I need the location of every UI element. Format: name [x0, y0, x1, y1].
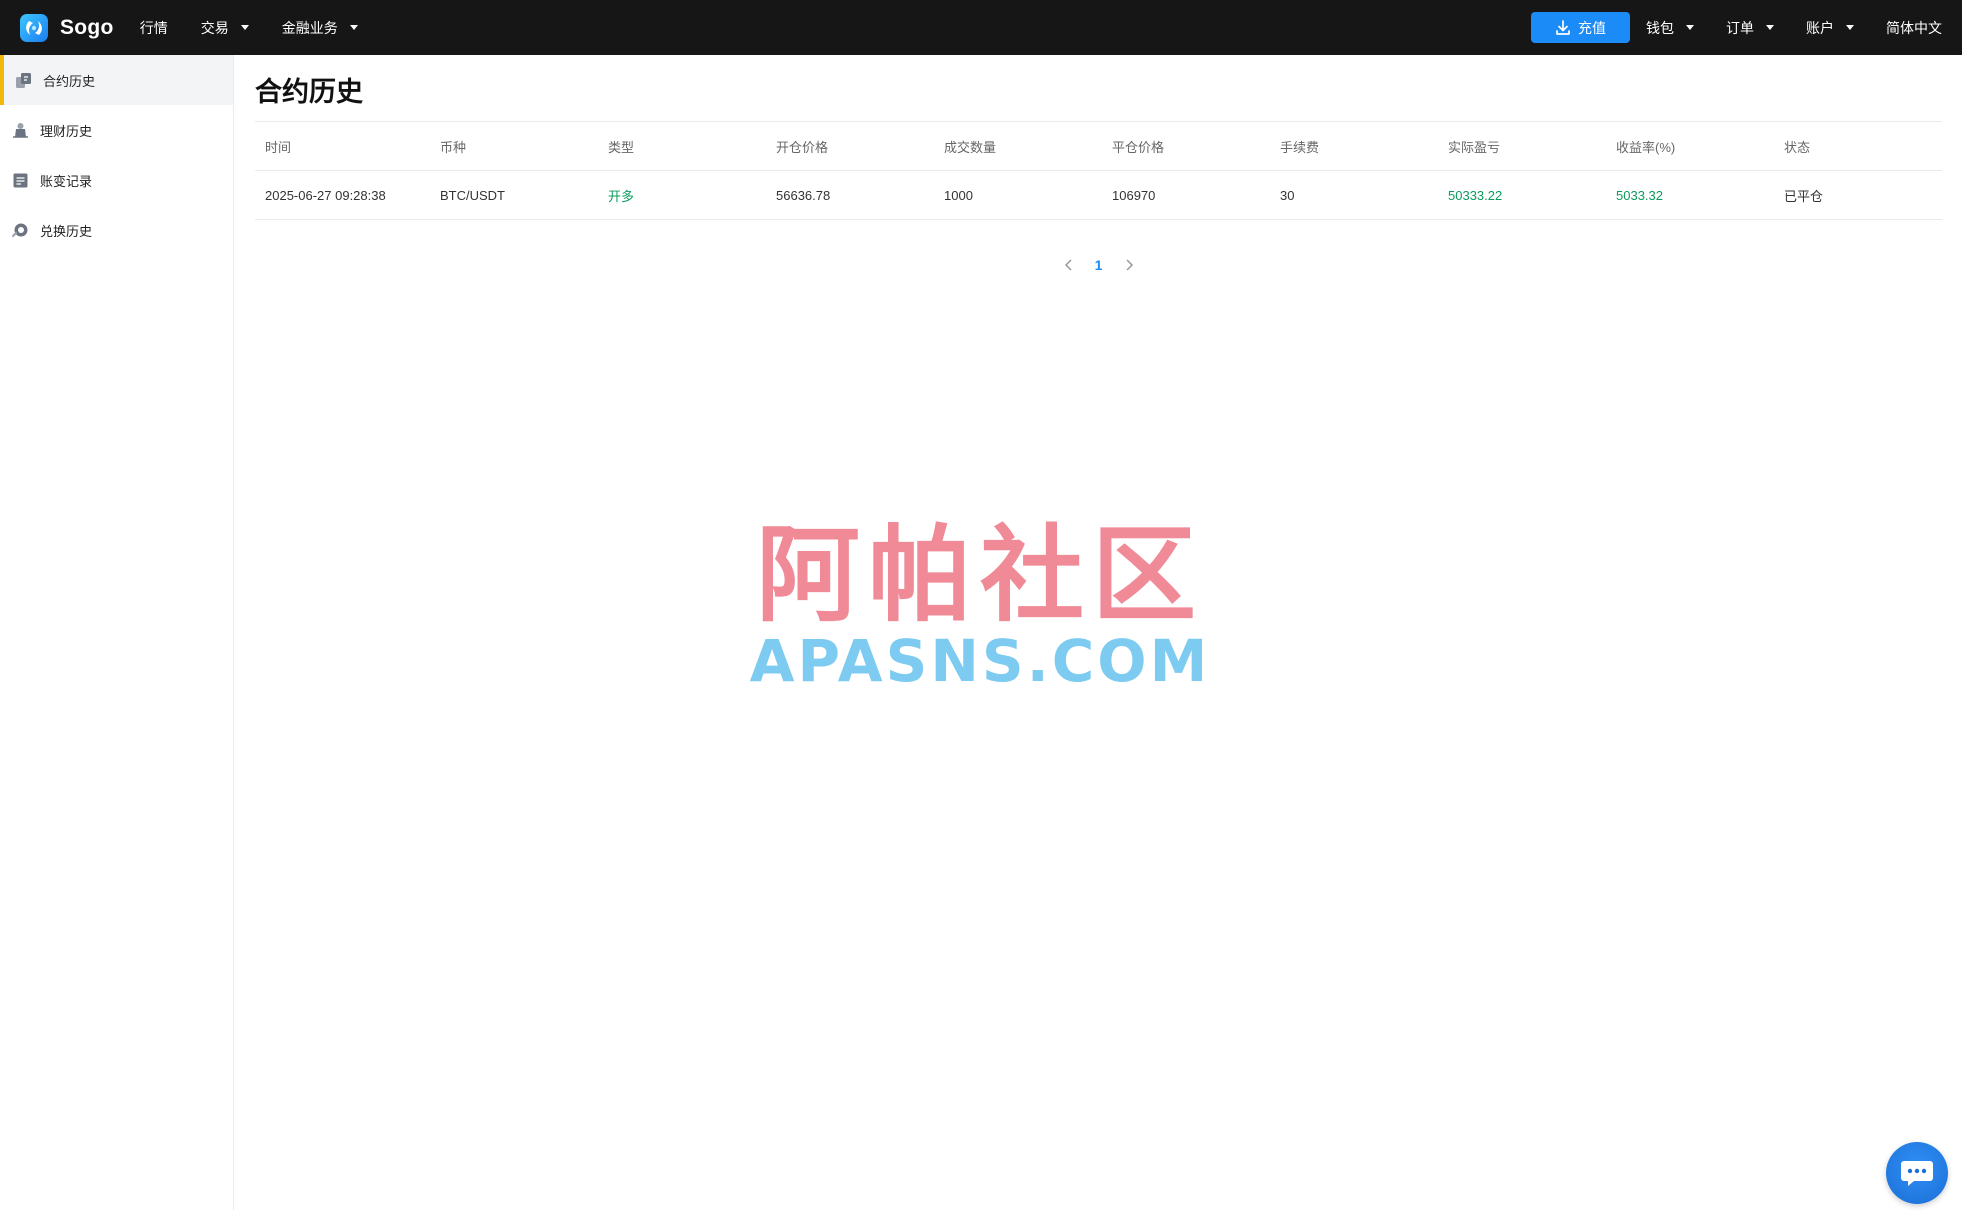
next-page-button[interactable]: [1114, 250, 1144, 280]
main-content: 合约历史 时间 币种 类型 开仓价格 成交数量 平仓价格 手续费 实际盈亏 收益…: [255, 55, 1942, 280]
sidebar-item-exchange-history[interactable]: 兑换历史: [0, 205, 233, 255]
watermark-chinese: 阿帕社区: [755, 514, 1204, 636]
page-number-button[interactable]: 1: [1084, 250, 1114, 280]
caret-down-icon: [240, 25, 249, 30]
column-header: 手续费: [1280, 139, 1320, 155]
brand-logo[interactable]: Sogo: [20, 0, 114, 55]
main-nav: 行情 交易 金融业务: [140, 0, 391, 55]
language-label: 简体中文: [1886, 19, 1942, 36]
column-header: 状态: [1784, 139, 1811, 155]
user-nav: 充值 钱包 订单 账户 简体中文: [1531, 0, 1942, 55]
nav-financial-label: 金融业务: [281, 19, 338, 36]
sogo-logo-icon: [20, 13, 48, 42]
recharge-button[interactable]: 充值: [1531, 12, 1630, 43]
nav-wallet[interactable]: 钱包: [1646, 0, 1694, 55]
cell-open-price: 56636.78: [776, 187, 831, 203]
sidebar-item-contract-history[interactable]: 合约历史: [0, 55, 233, 105]
sidebar-item-label: 兑换历史: [40, 223, 93, 239]
cell-yield-rate: 5033.32: [1616, 187, 1663, 203]
top-navigation-bar: Sogo 行情 交易 金融业务 充值 钱包 订单 账户 简体中文: [0, 0, 1962, 55]
caret-down-icon: [1846, 25, 1854, 30]
sidebar-item-label: 账变记录: [40, 173, 93, 189]
column-header: 实际盈亏: [1448, 139, 1501, 155]
exchange-history-icon: [12, 222, 29, 239]
cell-close-price: 106970: [1112, 187, 1156, 203]
nav-market[interactable]: 行情: [140, 0, 168, 55]
column-header: 收益率(%): [1616, 139, 1676, 155]
contract-history-icon: [15, 72, 32, 89]
language-switcher[interactable]: 简体中文: [1886, 0, 1942, 55]
watermark: 阿帕社区 APASNS.COM: [735, 520, 1225, 692]
column-header: 币种: [440, 139, 467, 155]
download-icon: [1556, 19, 1570, 35]
cell-fee: 30: [1280, 187, 1295, 203]
brand-name: Sogo: [60, 15, 114, 39]
caret-down-icon: [349, 25, 358, 30]
cell-quantity: 1000: [944, 187, 973, 203]
pagination: 1: [255, 250, 1942, 280]
contract-history-table: 时间 币种 类型 开仓价格 成交数量 平仓价格 手续费 实际盈亏 收益率(%) …: [255, 121, 1942, 220]
page-title: 合约历史: [255, 77, 363, 107]
cell-type: 开多: [608, 188, 635, 204]
chat-support-button[interactable]: [1886, 1142, 1948, 1204]
nav-orders[interactable]: 订单: [1726, 0, 1774, 55]
table-row: 2025-06-27 09:28:38 BTC/USDT 开多 56636.78…: [255, 171, 1942, 220]
nav-trade[interactable]: 交易: [201, 0, 249, 55]
prev-page-button[interactable]: [1054, 250, 1084, 280]
nav-trade-label: 交易: [200, 19, 229, 36]
column-header: 时间: [265, 139, 292, 155]
chat-bubble-icon: [1901, 1161, 1933, 1186]
column-header: 类型: [608, 139, 635, 155]
column-header: 成交数量: [944, 139, 997, 155]
nav-wallet-label: 钱包: [1646, 19, 1674, 36]
chevron-right-icon: [1125, 259, 1133, 271]
sidebar-item-account-record[interactable]: 账变记录: [0, 155, 233, 205]
finance-history-icon: [12, 122, 29, 139]
recharge-label: 充值: [1578, 19, 1606, 36]
sidebar-item-finance-history[interactable]: 理财历史: [0, 105, 233, 155]
nav-market-label: 行情: [139, 19, 168, 36]
sidebar-item-label: 合约历史: [43, 73, 96, 89]
caret-down-icon: [1766, 25, 1774, 30]
cell-time: 2025-06-27 09:28:38: [265, 187, 386, 203]
sidebar: 合约历史 理财历史 账变记录 兑换历史: [0, 55, 234, 1210]
column-header: 开仓价格: [776, 139, 829, 155]
account-record-icon: [12, 172, 29, 189]
cell-status: 已平仓: [1784, 188, 1824, 204]
nav-financial-business[interactable]: 金融业务: [282, 0, 358, 55]
column-header: 平仓价格: [1112, 139, 1165, 155]
chevron-left-icon: [1064, 259, 1072, 271]
cell-profit-loss: 50333.22: [1448, 187, 1503, 203]
caret-down-icon: [1686, 25, 1694, 30]
watermark-english: APASNS.COM: [749, 627, 1211, 695]
nav-account-label: 账户: [1806, 19, 1834, 36]
nav-orders-label: 订单: [1726, 19, 1754, 36]
sidebar-item-label: 理财历史: [40, 123, 93, 139]
table-header-row: 时间 币种 类型 开仓价格 成交数量 平仓价格 手续费 实际盈亏 收益率(%) …: [255, 122, 1942, 171]
nav-account[interactable]: 账户: [1806, 0, 1854, 55]
cell-symbol: BTC/USDT: [440, 187, 505, 203]
